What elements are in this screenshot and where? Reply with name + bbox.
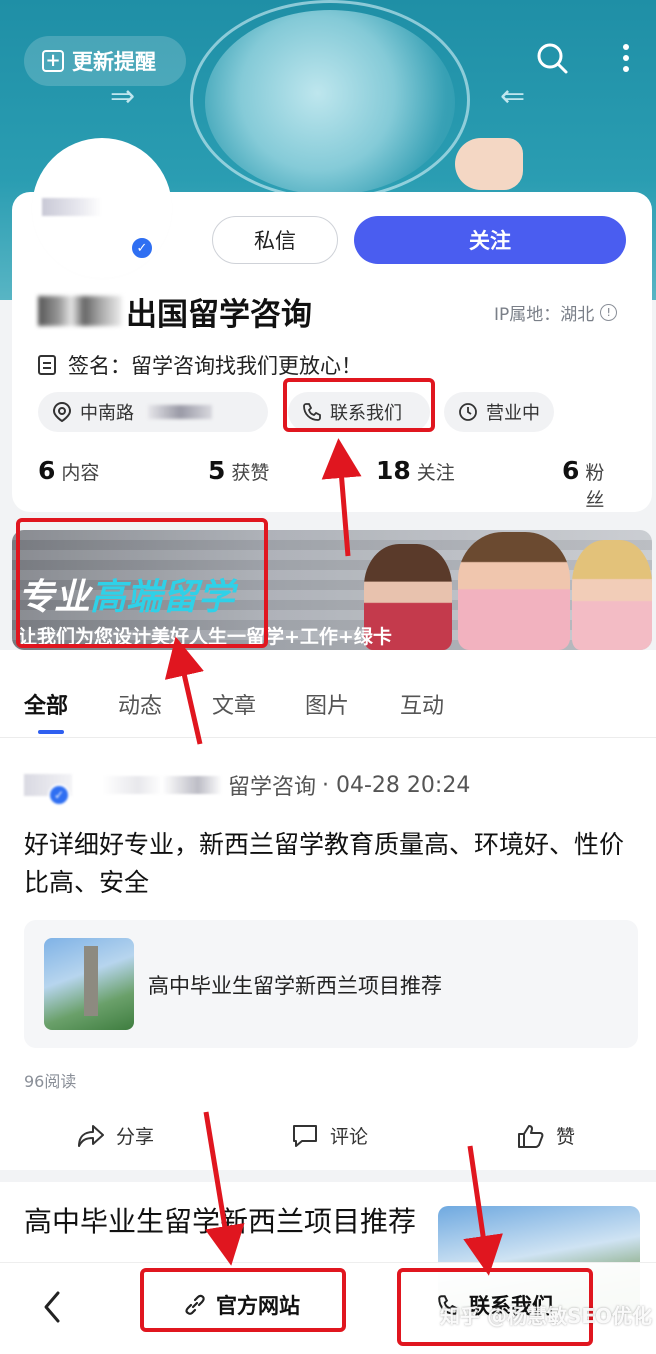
annotation-arrows: [164, 438, 503, 1276]
watermark: 知乎 @杨慧敏SEO优化: [440, 1304, 653, 1328]
